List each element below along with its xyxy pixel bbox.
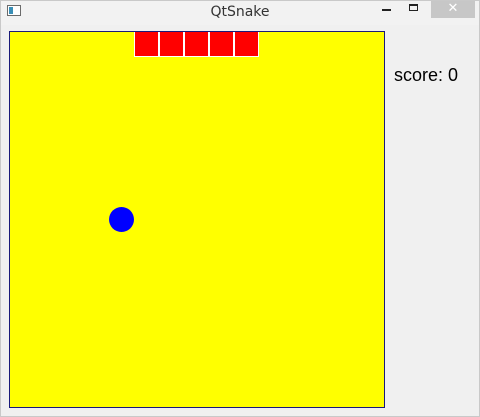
- game-board[interactable]: [9, 31, 385, 408]
- snake-segment: [159, 32, 184, 57]
- app-window: QtSnake ✕ score: 0: [0, 0, 480, 417]
- minimize-button[interactable]: [374, 1, 400, 18]
- snake-segment: [184, 32, 209, 57]
- maximize-icon: [409, 4, 418, 11]
- snake-head: [234, 32, 259, 57]
- food-dot: [109, 207, 134, 232]
- close-button[interactable]: ✕: [431, 1, 475, 18]
- snake-segment: [134, 32, 159, 57]
- close-icon: ✕: [447, 1, 459, 16]
- title-bar[interactable]: QtSnake ✕: [1, 1, 479, 25]
- snake-segment: [209, 32, 234, 57]
- score-label: score: 0: [394, 65, 459, 85]
- minimize-icon: [382, 9, 391, 11]
- maximize-button[interactable]: [401, 1, 427, 18]
